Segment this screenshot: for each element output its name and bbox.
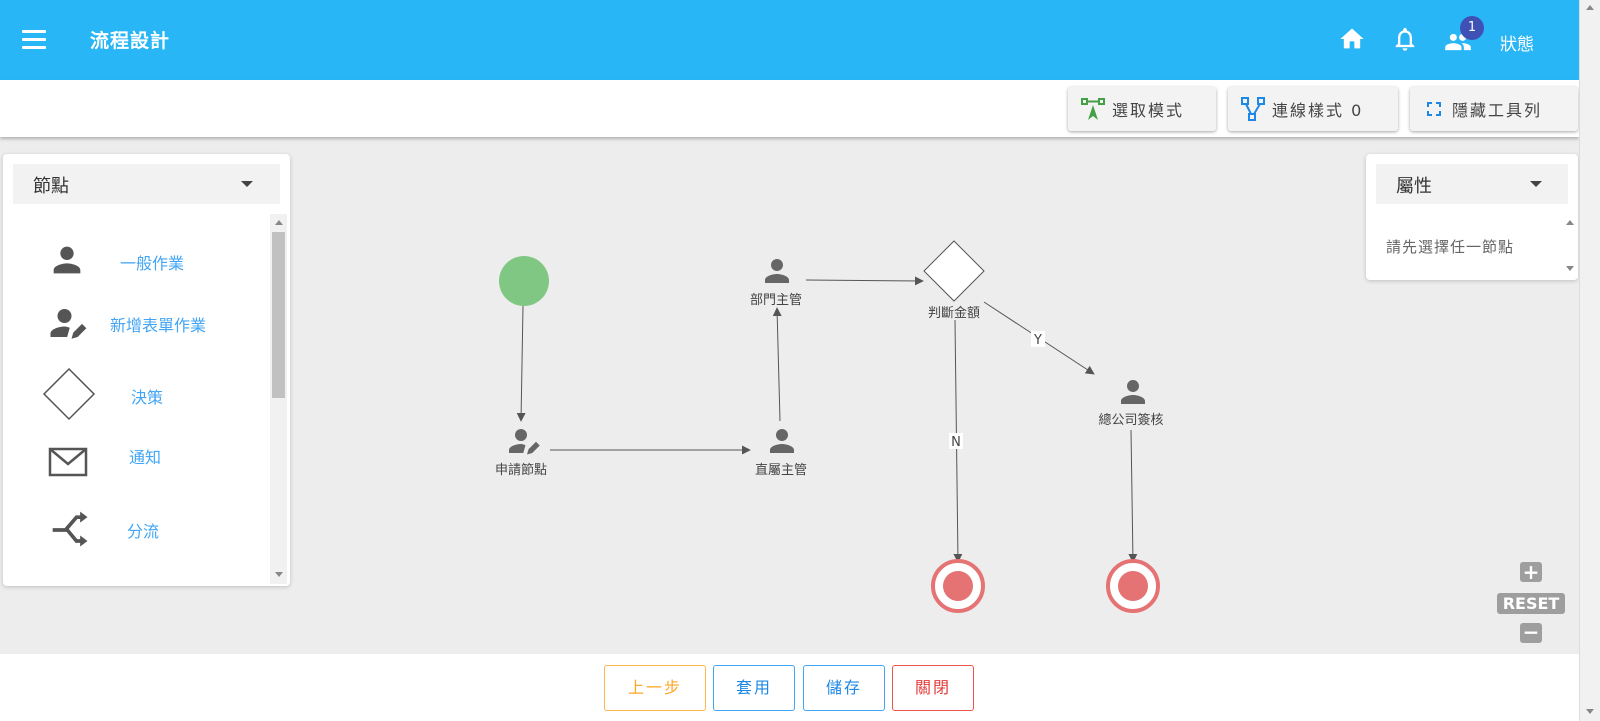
scroll-up-arrow-icon[interactable]: [1586, 5, 1594, 10]
link-style-icon: [1241, 97, 1265, 121]
diamond-shape: [923, 240, 985, 302]
person-icon: [1121, 380, 1145, 404]
end-node-yes[interactable]: [1106, 559, 1160, 613]
node-apply[interactable]: 申請節點: [495, 429, 547, 478]
node-hq-review-label: 總公司簽核: [1098, 412, 1163, 428]
hamburger-menu-icon[interactable]: [22, 30, 46, 50]
status-menu[interactable]: 狀態: [1500, 30, 1534, 55]
bell-icon[interactable]: [1391, 25, 1419, 53]
page-title: 流程設計: [90, 30, 171, 52]
start-node[interactable]: [499, 256, 549, 306]
node-direct-manager-label: 直屬主管: [755, 463, 807, 478]
hide-toolbar-button[interactable]: 隱藏工具列: [1410, 87, 1578, 131]
select-mode-icon: [1081, 98, 1105, 120]
zoom-in-button[interactable]: +: [1520, 562, 1542, 582]
node-dept-manager-label: 部門主管: [750, 293, 802, 308]
notification-badge: 1: [1460, 16, 1484, 40]
select-mode-label: 選取模式: [1112, 101, 1185, 120]
person-edit-icon: [509, 429, 540, 455]
zoom-out-button[interactable]: −: [1520, 622, 1542, 643]
page-scrollbar[interactable]: [1579, 0, 1600, 721]
person-icon: [770, 429, 794, 453]
app-header: 流程設計 1 狀態: [0, 0, 1579, 80]
person-icon: [765, 259, 789, 283]
edge-direct-to-dept-manager[interactable]: [772, 307, 782, 422]
node-apply-label: 申請節點: [495, 463, 547, 478]
edge-start-to-apply[interactable]: [516, 305, 526, 422]
fullscreen-icon: [1427, 102, 1441, 116]
link-style-label: 連線樣式 0: [1272, 101, 1364, 120]
node-direct-manager[interactable]: 直屬主管: [755, 429, 807, 478]
hide-toolbar-label: 隱藏工具列: [1452, 101, 1543, 120]
zoom-reset-button[interactable]: RESET: [1497, 593, 1565, 614]
prev-step-button[interactable]: 上一步: [604, 665, 706, 711]
edge-label-yes: Y: [1033, 333, 1042, 348]
edge-dept-to-decision[interactable]: [805, 276, 924, 286]
node-decision[interactable]: 判斷金額: [923, 240, 985, 321]
node-hq-review[interactable]: 總公司簽核: [1098, 380, 1164, 428]
node-dept-manager[interactable]: 部門主管: [750, 259, 802, 308]
node-decision-label: 判斷金額: [928, 305, 980, 321]
apply-button[interactable]: 套用: [713, 665, 795, 711]
scroll-down-arrow-icon[interactable]: [1586, 709, 1594, 714]
diagram-canvas[interactable]: Y N 申請節點 直屬主管 部門主管 判斷金額 總公司簽核: [0, 137, 1579, 654]
link-style-button[interactable]: 連線樣式 0: [1228, 87, 1398, 131]
edge-label-no: N: [951, 435, 961, 450]
select-mode-button[interactable]: 選取模式: [1068, 87, 1216, 131]
save-button[interactable]: 儲存: [803, 665, 885, 711]
end-node-no[interactable]: [931, 559, 985, 613]
toolbar: 選取模式 連線樣式 0 隱藏工具列: [0, 80, 1579, 137]
close-button[interactable]: 關閉: [892, 665, 974, 711]
home-icon[interactable]: [1338, 25, 1366, 53]
edge-hq-to-end[interactable]: [1128, 429, 1138, 563]
